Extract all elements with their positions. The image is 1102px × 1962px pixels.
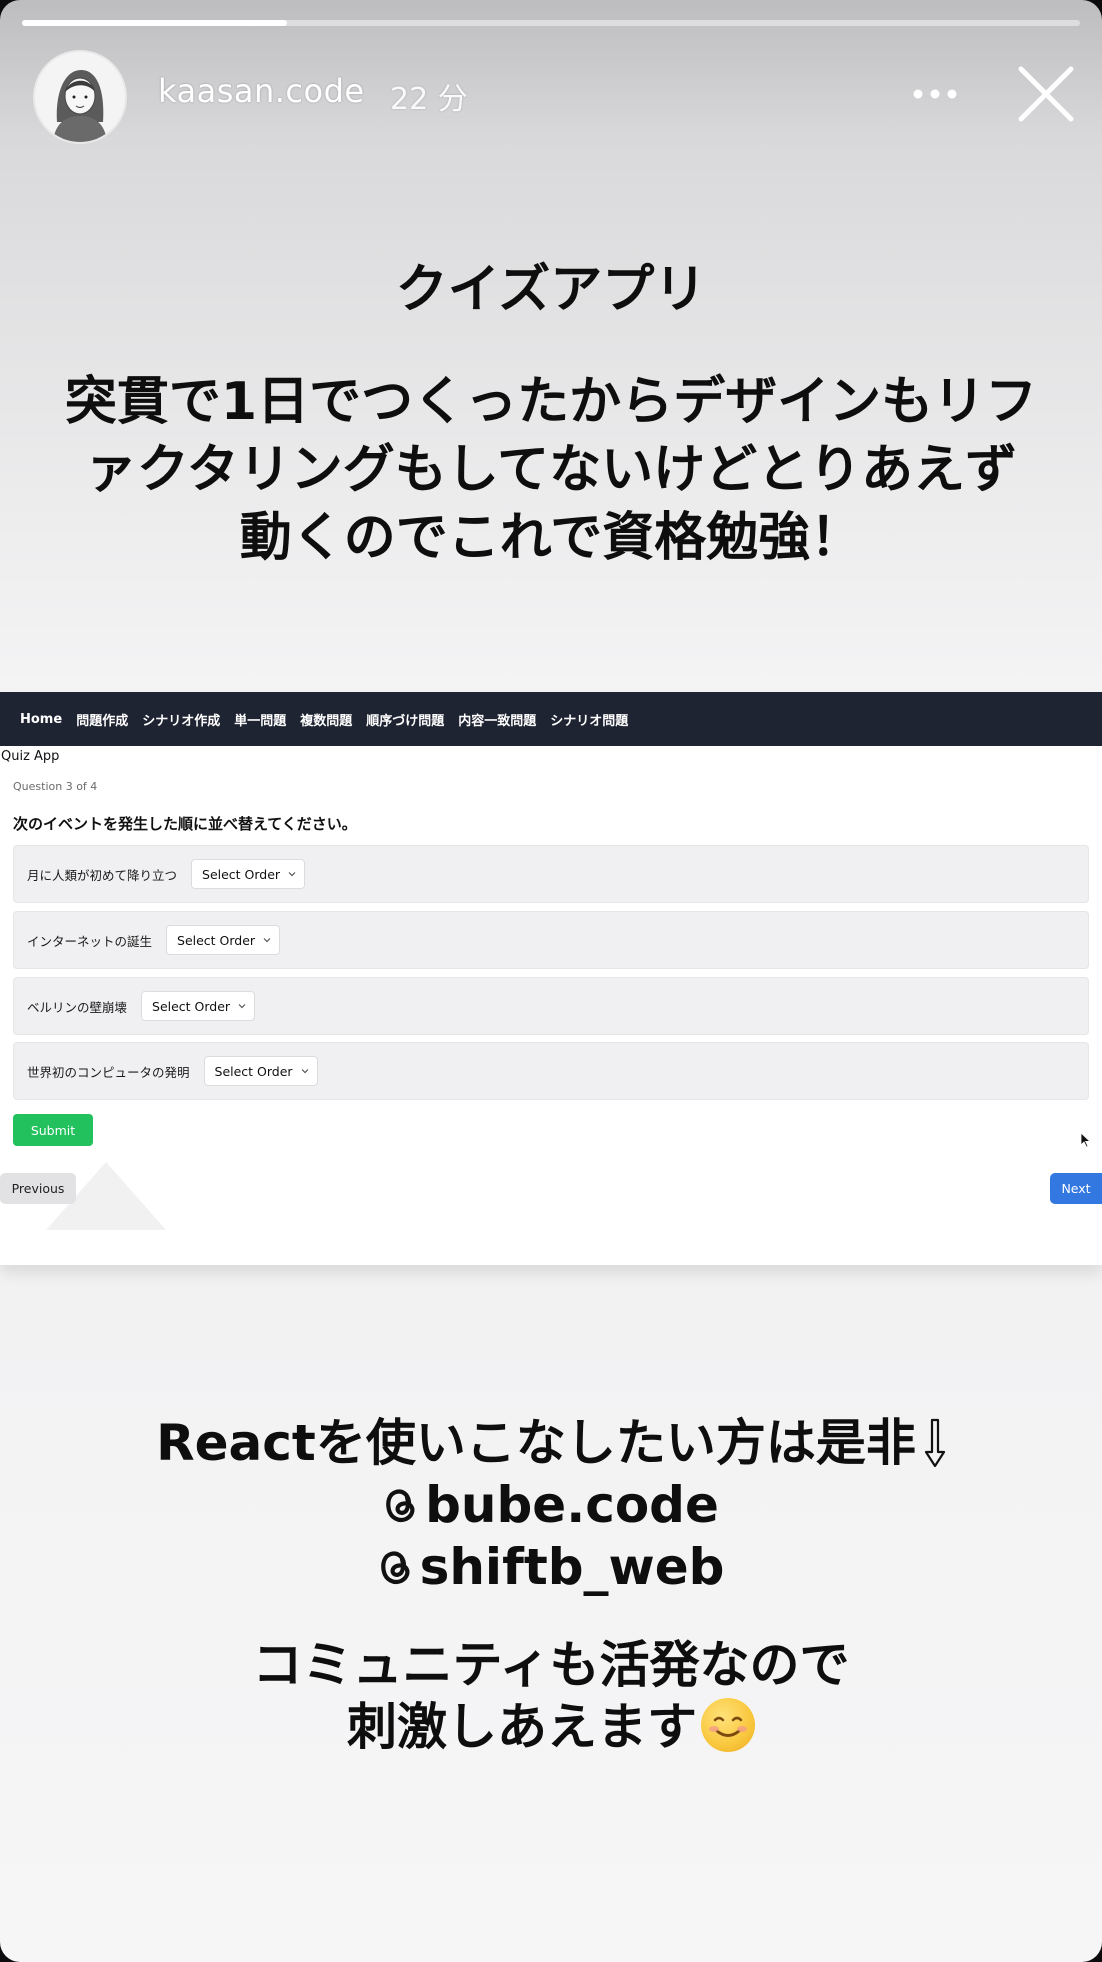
- order-select[interactable]: Select Order: [141, 991, 256, 1021]
- order-select-value: Select Order: [152, 998, 231, 1014]
- order-item-label: インターネットの誕生: [27, 933, 153, 949]
- close-icon[interactable]: [1016, 64, 1076, 124]
- caption-top-line: 突貫で1日でつくったからデザインもリフ: [64, 372, 1038, 432]
- avatar[interactable]: [33, 50, 127, 144]
- caption-top-title: クイズアプリ: [395, 260, 707, 320]
- order-select[interactable]: Select Order: [166, 925, 281, 955]
- order-select-value: Select Order: [177, 932, 256, 948]
- story-progress-bar: [22, 20, 1080, 26]
- nav-home[interactable]: Home: [20, 712, 62, 727]
- threads-icon: [380, 1551, 410, 1585]
- order-select[interactable]: Select Order: [191, 859, 306, 889]
- caption-bottom-line: Reactを使いこなしたい方は是非: [40, 1412, 1062, 1474]
- nav-create-scenario[interactable]: シナリオ作成: [142, 710, 220, 729]
- caption-bottom-line: 刺激しあえます: [40, 1696, 1062, 1758]
- chevron-down-icon: [238, 1004, 246, 1009]
- caption-bottom: Reactを使いこなしたい方は是非 bube.code shiftb_web コ…: [40, 1412, 1062, 1758]
- caption-bottom-line: shiftb_web: [40, 1536, 1062, 1598]
- order-item-label: ベルリンの壁崩壊: [27, 999, 128, 1015]
- chevron-down-icon: [263, 938, 271, 943]
- order-item-label: 世界初のコンピュータの発明: [27, 1064, 190, 1080]
- caption-bottom-text[interactable]: shiftb_web: [420, 1538, 725, 1596]
- previous-button[interactable]: Previous: [0, 1173, 76, 1204]
- order-item: 月に人類が初めて降り立つ Select Order: [13, 845, 1089, 903]
- smiling-face-emoji-icon: [701, 1698, 755, 1752]
- more-options-icon[interactable]: [910, 78, 960, 108]
- order-select[interactable]: Select Order: [203, 1056, 318, 1086]
- nav-matching-question[interactable]: 内容一致問題: [458, 710, 536, 729]
- nav-multiple-question[interactable]: 複数問題: [300, 710, 352, 729]
- app-title: Quiz App: [1, 749, 60, 764]
- order-item-label: 月に人類が初めて降り立つ: [27, 867, 178, 883]
- caption-top-line: 動くのでこれで資格勉強！: [239, 508, 863, 568]
- caption-bottom-line: bube.code: [40, 1474, 1062, 1536]
- nav-single-question[interactable]: 単一問題: [234, 710, 286, 729]
- order-select-value: Select Order: [214, 1063, 293, 1079]
- mouse-cursor-icon: [1080, 1132, 1092, 1148]
- story-time-ago: 22 分: [390, 82, 468, 117]
- down-arrow-icon: [924, 1418, 945, 1468]
- caption-bottom-text: Reactを使いこなしたい方は是非: [156, 1414, 916, 1472]
- app-navbar: Home 問題作成 シナリオ作成 単一問題 複数問題 順序づけ問題 内容一致問題…: [0, 692, 1102, 746]
- order-item: ベルリンの壁崩壊 Select Order: [13, 977, 1089, 1035]
- order-item: インターネットの誕生 Select Order: [13, 911, 1089, 969]
- question-text: 次のイベントを発生した順に並べ替えてください。: [13, 815, 357, 833]
- chevron-down-icon: [301, 1069, 309, 1074]
- story-username[interactable]: kaasan.code: [158, 72, 365, 110]
- avatar-illustration: [35, 52, 125, 142]
- nav-scenario-question[interactable]: シナリオ問題: [550, 710, 628, 729]
- quiz-app-screenshot: Home 問題作成 シナリオ作成 単一問題 複数問題 順序づけ問題 内容一致問題…: [0, 692, 1102, 1265]
- nav-ordering-question[interactable]: 順序づけ問題: [366, 710, 444, 729]
- caption-bottom-text: 刺激しあえます: [347, 1698, 697, 1756]
- submit-button[interactable]: Submit: [13, 1114, 93, 1146]
- question-counter: Question 3 of 4: [13, 780, 98, 793]
- nav-create-question[interactable]: 問題作成: [76, 710, 128, 729]
- caption-top-line: ァクタリングもしてないけどとりあえず: [84, 440, 1018, 500]
- story-progress-fill: [22, 20, 287, 26]
- story-frame: kaasan.code 22 分 クイズアプリ 突貫で1日でつくったからデザイン…: [0, 0, 1102, 1962]
- order-select-value: Select Order: [202, 866, 281, 882]
- next-button[interactable]: Next: [1050, 1173, 1102, 1204]
- caption-bottom-line: コミュニティも活発なので: [252, 1636, 850, 1694]
- caption-top: クイズアプリ 突貫で1日でつくったからデザインもリフ ァクタリングもしてないけど…: [40, 256, 1062, 572]
- threads-icon: [386, 1489, 415, 1523]
- chevron-down-icon: [288, 872, 296, 877]
- order-item: 世界初のコンピュータの発明 Select Order: [13, 1042, 1089, 1100]
- caption-bottom-text[interactable]: bube.code: [425, 1476, 719, 1534]
